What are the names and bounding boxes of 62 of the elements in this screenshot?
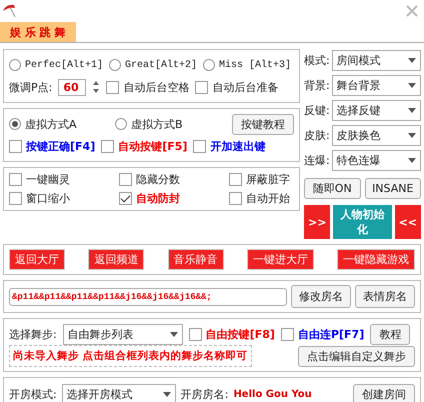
quick-button[interactable]: 返回频道 — [88, 249, 144, 270]
checkbox[interactable]: 自动开始 — [229, 191, 294, 206]
checkbox[interactable]: 自动后台准备 — [195, 80, 278, 94]
dance-label: 选择舞步: — [9, 326, 57, 342]
radio-button[interactable]: Miss [Alt+3] — [203, 59, 292, 71]
setting-label: 皮肤: — [304, 128, 330, 142]
caret-icon — [408, 108, 416, 112]
dropdown[interactable]: 舞台背景 — [332, 74, 421, 96]
fine-tune-field[interactable]: 60 — [58, 78, 86, 96]
setting-label: 反键: — [304, 102, 330, 118]
radio-button[interactable]: 虚拟方式A — [9, 116, 109, 132]
setting-label: 背景: — [304, 78, 330, 92]
spinner-icon[interactable] — [92, 80, 100, 94]
checkbox[interactable]: 自动按键[F5] — [101, 138, 188, 154]
room-name-button[interactable]: 修改房名 — [291, 285, 351, 308]
fine-tune-label: 微调P点: — [9, 80, 52, 94]
caret-icon — [162, 392, 171, 397]
checkbox[interactable]: 开加速出键 — [193, 138, 266, 154]
toggle-button[interactable]: 随即ON — [304, 178, 360, 199]
checkbox[interactable]: 隐藏分数 — [119, 172, 229, 187]
caret-icon — [170, 332, 178, 336]
checkbox[interactable]: 自由连P[F7] — [280, 326, 364, 342]
checkbox[interactable]: 屏蔽脏字 — [229, 172, 294, 187]
setting-label: 连爆: — [304, 152, 330, 168]
room-name-field[interactable]: Hello Gou You — [233, 389, 348, 400]
edit-dance-button[interactable]: 点击编辑自定义舞步 — [298, 346, 415, 366]
setting-label: 模式: — [304, 52, 330, 68]
room-name-label: 开房房名: — [180, 387, 228, 402]
next-button[interactable]: >> — [304, 205, 330, 239]
dropdown[interactable]: 特色连爆 — [332, 150, 421, 170]
dropdown[interactable]: 房间模式 — [332, 50, 421, 70]
radio-button[interactable]: Great[Alt+2] — [109, 59, 198, 71]
caret-icon — [408, 82, 416, 88]
notice-text: 尚未导入舞步 点击组合框列表内的舞步名称即可 — [9, 345, 252, 367]
checkbox[interactable]: 一键幽灵 — [9, 172, 119, 187]
radio-button[interactable]: Perfec[Alt+1] — [9, 59, 104, 71]
quick-button[interactable]: 一键隐藏游戏 — [337, 249, 415, 270]
tutorial-button[interactable]: 教程 — [370, 324, 410, 344]
dance-dropdown[interactable]: 自由舞步列表 — [62, 324, 183, 344]
caret-icon — [408, 132, 416, 138]
quick-button[interactable]: 返回大厅 — [9, 249, 65, 270]
umbrella-icon — [2, 3, 18, 19]
checkbox[interactable]: 自动防封 — [119, 191, 229, 206]
quick-button[interactable]: 音乐静音 — [168, 249, 224, 270]
tutorial-button[interactable]: 按键教程 — [232, 114, 294, 134]
checkbox[interactable]: 自由按键[F8] — [188, 326, 275, 342]
create-room-button[interactable]: 创建房间 — [353, 384, 415, 402]
toggle-button[interactable]: INSANE — [364, 178, 421, 199]
checkbox[interactable]: 按键正确[F4] — [9, 138, 96, 154]
radio-button[interactable]: 虚拟方式B — [115, 116, 215, 132]
quick-button[interactable]: 一键进大厅 — [246, 249, 314, 270]
room-name-field[interactable]: &p11&&p11&&p11&&p11&&j16&&j16&&j16&&; — [9, 288, 287, 306]
dropdown[interactable]: 选择反键 — [332, 100, 421, 120]
caret-icon — [408, 58, 416, 62]
open-mode-dropdown[interactable]: 选择开房模式 — [62, 384, 176, 402]
dropdown[interactable]: 皮肤换色 — [332, 124, 421, 146]
caret-icon — [408, 158, 416, 162]
checkbox[interactable]: 自动后台空格 — [106, 80, 190, 94]
checkbox[interactable]: 窗口缩小 — [9, 191, 119, 206]
room-name-button[interactable]: 表情房名 — [355, 285, 415, 308]
previous-button[interactable]: << — [394, 205, 421, 239]
open-mode-label: 开房模式: — [9, 387, 57, 402]
